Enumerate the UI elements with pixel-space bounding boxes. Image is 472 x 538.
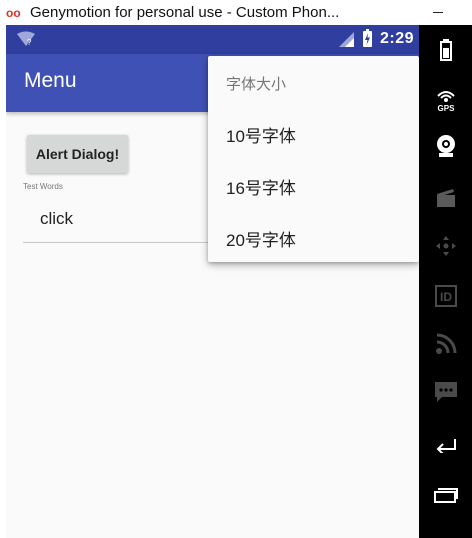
genymotion-logo-icon: oo bbox=[6, 5, 21, 20]
genymotion-window: oo Genymotion for personal use - Custom … bbox=[0, 0, 472, 538]
camera-icon[interactable] bbox=[419, 131, 472, 161]
sms-icon[interactable] bbox=[419, 377, 472, 407]
alert-dialog-button[interactable]: Alert Dialog! bbox=[27, 135, 128, 173]
genymotion-sidebar: GPS ID bbox=[419, 25, 472, 538]
menu-header: 字体大小 bbox=[226, 76, 287, 93]
test-words-field[interactable]: click bbox=[40, 209, 73, 229]
app-title: Menu bbox=[24, 69, 77, 92]
signal-icon bbox=[339, 32, 354, 47]
menu-item-label: 16号字体 bbox=[226, 179, 296, 198]
gps-label: GPS bbox=[437, 104, 455, 113]
window-title: Genymotion for personal use - Custom Pho… bbox=[30, 4, 340, 21]
recent-apps-icon[interactable] bbox=[419, 481, 472, 511]
test-words-label: Test Words bbox=[23, 182, 63, 191]
battery-charging-icon bbox=[363, 29, 372, 47]
menu-item-16[interactable]: 16号字体 bbox=[208, 159, 419, 211]
minimize-button[interactable] bbox=[420, 0, 456, 25]
status-bar: ? 2:29 bbox=[6, 25, 419, 54]
menu-item-20[interactable]: 20号字体 bbox=[208, 211, 419, 263]
status-time: 2:29 bbox=[380, 30, 415, 47]
minimize-icon bbox=[433, 12, 443, 13]
field-underline bbox=[23, 242, 219, 243]
id-label: ID bbox=[440, 290, 452, 304]
back-icon[interactable] bbox=[419, 429, 472, 459]
dpad-icon[interactable] bbox=[419, 231, 472, 261]
svg-text:?: ? bbox=[27, 38, 32, 47]
wifi-icon: ? bbox=[17, 31, 35, 47]
phone-screen: ? 2:29 Menu Alert Dialog! Test Words cli… bbox=[6, 25, 419, 538]
font-size-popup-menu: 字体大小 10号字体 16号字体 20号字体 bbox=[208, 56, 419, 262]
menu-item-label: 10号字体 bbox=[226, 127, 296, 146]
menu-item-10[interactable]: 10号字体 bbox=[208, 107, 419, 159]
id-icon[interactable]: ID bbox=[419, 281, 472, 311]
gps-icon[interactable]: GPS bbox=[419, 83, 472, 117]
battery-icon[interactable] bbox=[419, 35, 472, 65]
rss-icon[interactable] bbox=[419, 329, 472, 359]
window-titlebar: oo Genymotion for personal use - Custom … bbox=[0, 0, 472, 25]
menu-item-label: 20号字体 bbox=[226, 231, 296, 250]
clapperboard-icon[interactable] bbox=[419, 183, 472, 213]
